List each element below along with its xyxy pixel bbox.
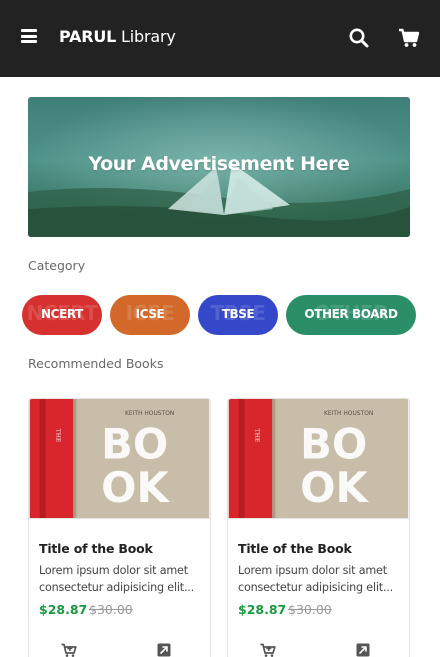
book-title[interactable]: Title of the Book [238,541,352,556]
advertisement-text: Your Advertisement Here [88,153,350,175]
category-heading: Category [28,258,86,273]
svg-text:BO: BO [300,420,367,469]
book-card[interactable]: THE KEITH HOUSTON BO OK Title of the Boo… [28,398,211,657]
book-description-line: consectetur adipisicing elit... [238,581,394,594]
open-details-icon[interactable] [356,643,370,657]
book-description: Lorem ipsum dolor sit amet consectetur a… [238,562,402,596]
category-other-board-button[interactable]: OTHER OTHER BOARD [286,295,416,335]
book-price: $28.87 [39,602,88,617]
book-description-line: Lorem ipsum dolor sit amet [39,564,188,577]
book-description-line: Lorem ipsum dolor sit amet [238,564,387,577]
site-logo[interactable]: PARUL Library [59,27,176,46]
book-description-line: consectetur adipisicing elit... [39,581,195,594]
book-old-price: $30.00 [288,602,332,617]
open-details-icon[interactable] [157,643,171,657]
category-icse-label: ICSE [135,307,165,321]
menu-icon[interactable] [21,29,37,43]
cover-spine-text: THE [55,429,62,442]
cover-spine-text: THE [254,429,261,442]
add-to-cart-icon[interactable] [260,643,276,657]
recommended-heading: Recommended Books [28,356,164,371]
svg-text:OK: OK [101,463,170,512]
cart-icon[interactable] [398,27,420,49]
category-tbse-button[interactable]: TBSE TBSE [198,295,278,335]
logo-bold: PARUL [59,27,117,46]
book-old-price: $30.00 [89,602,133,617]
logo-light: Library [121,27,176,46]
advertisement-banner[interactable]: Your Advertisement Here [28,97,410,237]
category-ncert-label: NCERT [41,307,83,321]
add-to-cart-icon[interactable] [61,643,77,657]
search-icon[interactable] [348,27,370,49]
book-price: $28.87 [238,602,287,617]
category-tbse-label: TBSE [221,307,255,321]
svg-text:OK: OK [300,463,369,512]
top-navbar: PARUL Library [0,0,440,77]
book-description: Lorem ipsum dolor sit amet consectetur a… [39,562,203,596]
cover-author: KEITH HOUSTON [324,410,373,417]
category-icse-button[interactable]: ICSE ICSE [110,295,190,335]
svg-text:BO: BO [101,420,168,469]
book-cover-image[interactable]: THE KEITH HOUSTON BO OK [29,399,210,519]
category-ncert-button[interactable]: NCERT NCERT [22,295,102,335]
book-card[interactable]: THE KEITH HOUSTON BO OK Title of the Boo… [227,398,410,657]
book-title[interactable]: Title of the Book [39,541,153,556]
category-other-board-label: OTHER BOARD [304,307,398,321]
cover-author: KEITH HOUSTON [125,410,174,417]
book-cover-image[interactable]: THE KEITH HOUSTON BO OK [228,399,409,519]
